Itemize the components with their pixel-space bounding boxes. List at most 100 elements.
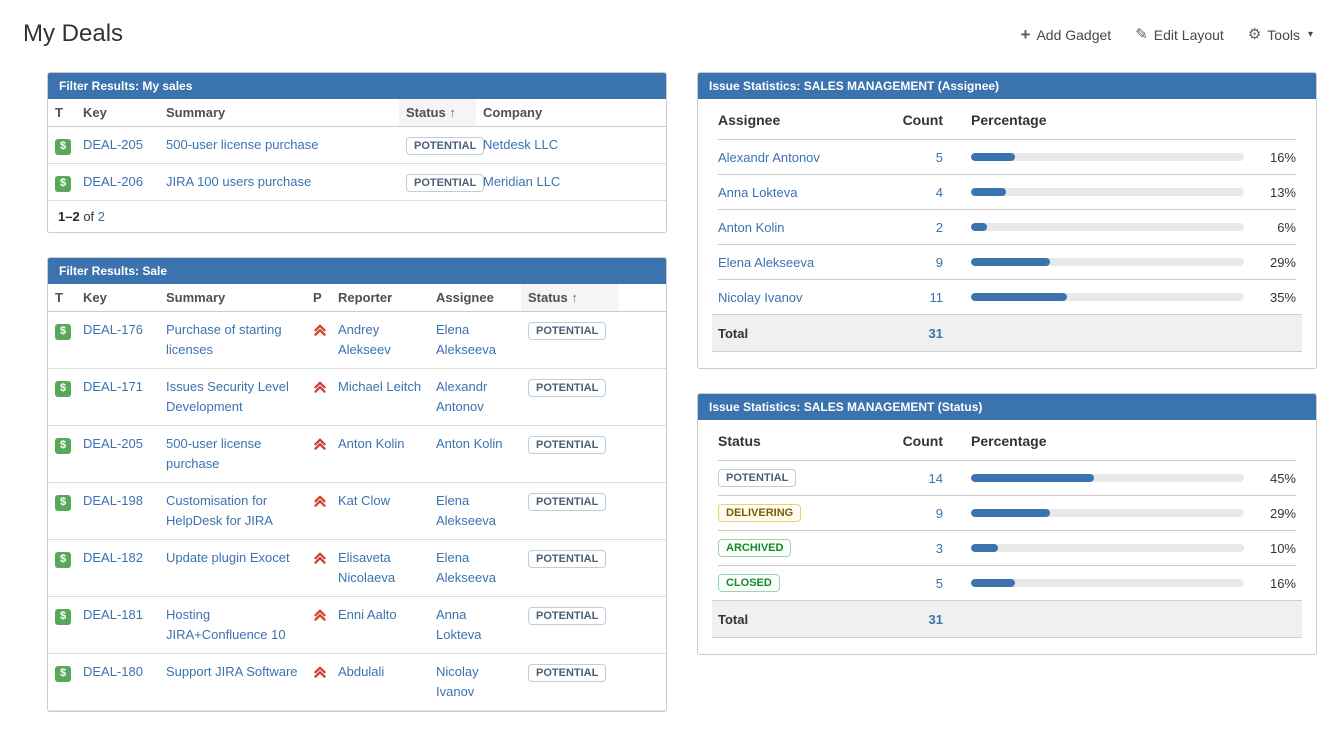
- stats-label-link[interactable]: Nicolay Ivanov: [718, 290, 803, 305]
- assignee-link[interactable]: Elena Alekseeva: [436, 493, 496, 528]
- issue-summary-link[interactable]: Support JIRA Software: [166, 664, 298, 679]
- issue-key-link[interactable]: DEAL-180: [83, 664, 143, 679]
- deal-type-icon: $: [55, 324, 71, 340]
- status-cell: POTENTIAL: [399, 127, 476, 164]
- column-header-assignee[interactable]: Assignee: [429, 284, 521, 312]
- gadget-title[interactable]: Issue Statistics: SALES MANAGEMENT (Stat…: [698, 394, 1316, 420]
- priority-cell: [306, 597, 331, 654]
- gadget-filter-my-sales: Filter Results: My sales T Key Summary S…: [47, 72, 667, 233]
- gadget-title[interactable]: Filter Results: My sales: [48, 73, 666, 99]
- issue-key-link[interactable]: DEAL-205: [83, 137, 143, 152]
- reporter-link[interactable]: Enni Aalto: [338, 607, 397, 622]
- issue-summary-link[interactable]: Issues Security Level Development: [166, 379, 289, 414]
- deal-type-icon: $: [55, 666, 71, 682]
- percentage-bar-fill: [971, 293, 1067, 301]
- stats-row-count[interactable]: 5: [888, 576, 943, 591]
- assignee-link[interactable]: Alexandr Antonov: [436, 379, 487, 414]
- reporter-link[interactable]: Kat Clow: [338, 493, 390, 508]
- assignee-cell: Anton Kolin: [429, 426, 521, 483]
- add-gadget-button[interactable]: + Add Gadget: [1021, 26, 1112, 43]
- reporter-cell: Abdulali: [331, 654, 429, 711]
- reporter-link[interactable]: Andrey Alekseev: [338, 322, 391, 357]
- stats-percentage-area: 45%: [971, 471, 1296, 486]
- stats-label-link[interactable]: Anton Kolin: [718, 220, 785, 235]
- stats-row-count[interactable]: 4: [888, 185, 943, 200]
- issue-summary-link[interactable]: Customisation for HelpDesk for JIRA: [166, 493, 273, 528]
- reporter-link[interactable]: Anton Kolin: [338, 436, 405, 451]
- table-row: $ DEAL-205 500-user license purchase Ant…: [48, 426, 666, 483]
- stats-row-count[interactable]: 3: [888, 541, 943, 556]
- table-row: $ DEAL-198 Customisation for HelpDesk fo…: [48, 483, 666, 540]
- issue-key-link[interactable]: DEAL-171: [83, 379, 143, 394]
- priority-highest-icon: [313, 665, 327, 679]
- assignee-cell: Elena Alekseeva: [429, 540, 521, 597]
- issue-summary-link[interactable]: Update plugin Exocet: [166, 550, 290, 565]
- stats-label-link[interactable]: Alexandr Antonov: [718, 150, 820, 165]
- summary-cell: 500-user license purchase: [159, 127, 399, 164]
- percentage-bar-track: [971, 293, 1244, 301]
- stats-row: Anton Kolin 2 6%: [718, 209, 1296, 244]
- column-header-type[interactable]: T: [48, 99, 76, 127]
- issue-summary-link[interactable]: 500-user license purchase: [166, 436, 261, 471]
- column-header-company[interactable]: Company: [476, 99, 666, 127]
- status-lozenge: POTENTIAL: [528, 607, 606, 625]
- stats-row-count[interactable]: 2: [888, 220, 943, 235]
- dashboard-left-column: Filter Results: My sales T Key Summary S…: [47, 72, 667, 736]
- status-lozenge: POTENTIAL: [528, 664, 606, 682]
- assignee-link[interactable]: Elena Alekseeva: [436, 322, 496, 357]
- reporter-link[interactable]: Elisaveta Nicolaeva: [338, 550, 395, 585]
- column-header-type[interactable]: T: [48, 284, 76, 312]
- status-cell: POTENTIAL: [521, 597, 618, 654]
- assignee-link[interactable]: Anna Lokteva: [436, 607, 482, 642]
- reporter-link[interactable]: Michael Leitch: [338, 379, 421, 394]
- spacer-cell: [618, 426, 666, 483]
- total-count: 31: [888, 612, 943, 627]
- table-row: $ DEAL-171 Issues Security Level Develop…: [48, 369, 666, 426]
- stats-label-link[interactable]: Anna Lokteva: [718, 185, 798, 200]
- priority-highest-icon: [313, 494, 327, 508]
- reporter-cell: Anton Kolin: [331, 426, 429, 483]
- stats-row-count[interactable]: 11: [888, 290, 943, 305]
- issue-key-link[interactable]: DEAL-198: [83, 493, 143, 508]
- stats-percentage-area: 16%: [971, 576, 1296, 591]
- gadget-title[interactable]: Issue Statistics: SALES MANAGEMENT (Assi…: [698, 73, 1316, 99]
- issue-summary-link[interactable]: JIRA 100 users purchase: [166, 174, 311, 189]
- company-link[interactable]: Netdesk LLC: [483, 137, 558, 152]
- column-header-key[interactable]: Key: [76, 99, 159, 127]
- issue-key-link[interactable]: DEAL-205: [83, 436, 143, 451]
- issue-key-link[interactable]: DEAL-176: [83, 322, 143, 337]
- table-row: $ DEAL-206 JIRA 100 users purchase POTEN…: [48, 164, 666, 201]
- column-header-priority[interactable]: P: [306, 284, 331, 312]
- assignee-link[interactable]: Elena Alekseeva: [436, 550, 496, 585]
- column-header-status-sorted[interactable]: Status ↑: [521, 284, 618, 312]
- status-lozenge: POTENTIAL: [528, 550, 606, 568]
- stats-row-count[interactable]: 14: [888, 471, 943, 486]
- issue-summary-link[interactable]: Hosting JIRA+Confluence 10: [166, 607, 286, 642]
- column-header-key[interactable]: Key: [76, 284, 159, 312]
- type-cell: $: [48, 164, 76, 201]
- assignee-link[interactable]: Nicolay Ivanov: [436, 664, 479, 699]
- gadget-title[interactable]: Filter Results: Sale: [48, 258, 666, 284]
- issue-key-link[interactable]: DEAL-182: [83, 550, 143, 565]
- reporter-link[interactable]: Abdulali: [338, 664, 384, 679]
- column-header-status-sorted[interactable]: Status ↑: [399, 99, 476, 127]
- stats-row-count[interactable]: 9: [888, 255, 943, 270]
- issue-key-link[interactable]: DEAL-206: [83, 174, 143, 189]
- stats-label-link[interactable]: Elena Alekseeva: [718, 255, 814, 270]
- column-header-summary[interactable]: Summary: [159, 99, 399, 127]
- tools-menu-button[interactable]: ⚙ Tools ▾: [1248, 27, 1313, 43]
- company-link[interactable]: Meridian LLC: [483, 174, 560, 189]
- stats-row-count[interactable]: 9: [888, 506, 943, 521]
- column-header-reporter[interactable]: Reporter: [331, 284, 429, 312]
- stats-row-count[interactable]: 5: [888, 150, 943, 165]
- issue-key-link[interactable]: DEAL-181: [83, 607, 143, 622]
- issue-summary-link[interactable]: 500-user license purchase: [166, 137, 318, 152]
- edit-layout-button[interactable]: ✎ Edit Layout: [1135, 27, 1224, 43]
- status-lozenge: POTENTIAL: [528, 493, 606, 511]
- pagination-total-link[interactable]: 2: [98, 209, 105, 224]
- percentage-bar-fill: [971, 258, 1050, 266]
- column-header-summary[interactable]: Summary: [159, 284, 306, 312]
- summary-cell: Hosting JIRA+Confluence 10: [159, 597, 306, 654]
- issue-summary-link[interactable]: Purchase of starting licenses: [166, 322, 282, 357]
- assignee-link[interactable]: Anton Kolin: [436, 436, 503, 451]
